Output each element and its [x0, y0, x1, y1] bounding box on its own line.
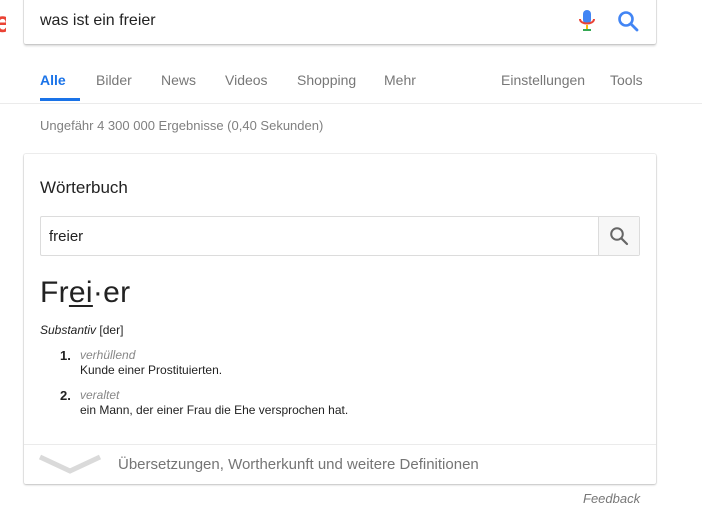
tab-videos[interactable]: Videos: [225, 72, 268, 88]
tab-einstellungen[interactable]: Einstellungen: [501, 72, 585, 88]
search-icon: [610, 227, 629, 246]
feedback-link[interactable]: Feedback: [583, 491, 640, 506]
results-count: Ungefähr 4 300 000 Ergebnisse (0,40 Seku…: [40, 118, 324, 133]
sense-definition: ein Mann, der einer Frau die Ehe verspro…: [80, 403, 349, 417]
active-tab-indicator: [40, 98, 80, 101]
top-bar: e Alle Bilder News Videos Shopping Mehr …: [0, 0, 702, 104]
dictionary-card: Wörterbuch Frei·er Substantiv [der] 1. v…: [24, 154, 656, 484]
tab-tools[interactable]: Tools: [610, 72, 643, 88]
chevron-down-icon: [38, 454, 102, 474]
sense-definition: Kunde einer Prostituierten.: [80, 363, 223, 377]
more-definitions-label: Übersetzungen, Wortherkunft und weitere …: [118, 456, 479, 473]
headword: Frei·er: [40, 276, 130, 310]
headword-stress: ei: [68, 276, 93, 309]
gender-label: [der]: [99, 323, 124, 337]
search-icon[interactable]: [616, 9, 640, 33]
sense-number: 2.: [60, 388, 71, 403]
dictionary-search-input[interactable]: [49, 226, 589, 246]
dictionary-search-button[interactable]: [598, 217, 639, 255]
headword-part: ·er: [92, 276, 131, 309]
tab-shopping[interactable]: Shopping: [297, 72, 356, 88]
more-definitions-button[interactable]: Übersetzungen, Wortherkunft und weitere …: [24, 445, 656, 484]
headword-part: Fr: [40, 276, 69, 309]
search-box: [24, 0, 656, 44]
search-tabs: Alle Bilder News Videos Shopping Mehr Ei…: [24, 60, 684, 103]
card-title: Wörterbuch: [40, 178, 128, 197]
part-of-speech: Substantiv [der]: [40, 323, 123, 337]
tab-bilder[interactable]: Bilder: [96, 72, 132, 88]
google-logo-fragment[interactable]: e: [0, 10, 6, 36]
tab-news[interactable]: News: [161, 72, 196, 88]
microphone-icon[interactable]: [578, 9, 596, 33]
sense-register: verhüllend: [80, 348, 136, 362]
search-input[interactable]: [40, 8, 560, 34]
sense-number: 1.: [60, 348, 71, 363]
tab-alle[interactable]: Alle: [40, 72, 66, 88]
tab-mehr[interactable]: Mehr: [384, 72, 416, 88]
pos-label: Substantiv: [40, 323, 97, 337]
sense-register: veraltet: [80, 388, 120, 402]
dictionary-search-box: [40, 216, 640, 256]
